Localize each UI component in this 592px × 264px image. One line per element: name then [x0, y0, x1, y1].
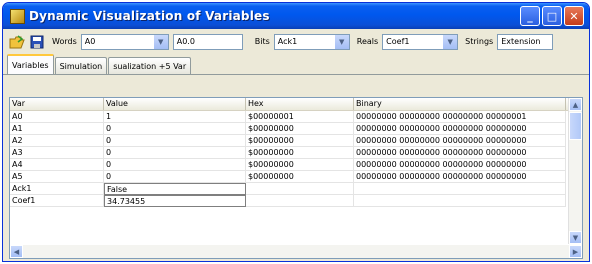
cell-binary: 00000000 00000000 00000000 00000000: [354, 159, 566, 171]
table-row[interactable]: Ack1 False: [10, 183, 582, 195]
window-title: Dynamic Visualization of Variables: [29, 9, 270, 23]
cell-hex: [246, 195, 354, 207]
tab-simulation[interactable]: Simulation: [54, 57, 108, 74]
cell-var: Ack1: [10, 183, 104, 195]
cell-binary: [354, 183, 566, 195]
cell-var: A3: [10, 147, 104, 159]
cell-binary: 00000000 00000000 00000000 00000000: [354, 123, 566, 135]
bits-select[interactable]: Ack1 ▼: [273, 33, 350, 50]
cell-binary: 00000000 00000000 00000000 00000001: [354, 111, 566, 123]
cell-hex: $00000000: [246, 147, 354, 159]
scroll-right-arrow-icon[interactable]: ▶: [569, 245, 582, 258]
scroll-thumb[interactable]: [569, 112, 582, 140]
cell-hex: $00000001: [246, 111, 354, 123]
cell-value[interactable]: 0: [104, 135, 246, 147]
cell-value[interactable]: 34.73455: [104, 195, 246, 207]
cell-binary: 00000000 00000000 00000000 00000000: [354, 147, 566, 159]
minimize-button[interactable]: _: [520, 6, 540, 26]
table-body: A0 1 $00000001 00000000 00000000 00000000 0…: [10, 111, 582, 207]
cell-binary: 00000000 00000000 00000000 00000000: [354, 135, 566, 147]
cell-value[interactable]: False: [104, 183, 246, 195]
table-row[interactable]: A1 0 $00000000 00000000 00000000 00000000 0…: [10, 123, 582, 135]
cell-binary: 00000000 00000000 00000000 00000000: [354, 171, 566, 183]
cell-value[interactable]: 0: [104, 147, 246, 159]
save-icon[interactable]: [29, 34, 45, 50]
table-row[interactable]: A0 1 $00000001 00000000 00000000 00000000 0…: [10, 111, 582, 123]
scroll-down-arrow-icon[interactable]: ▼: [569, 231, 582, 244]
cell-hex: $00000000: [246, 135, 354, 147]
cell-var: A1: [10, 123, 104, 135]
cell-var: A4: [10, 159, 104, 171]
cell-value[interactable]: 0: [104, 171, 246, 183]
tab-visualization[interactable]: sualization +5 Var: [108, 57, 192, 74]
column-header-value[interactable]: Value: [104, 98, 246, 110]
reals-label: Reals: [356, 37, 379, 46]
horizontal-scrollbar[interactable]: ◀ ▶: [10, 245, 582, 258]
cell-value[interactable]: 0: [104, 159, 246, 171]
app-window: Dynamic Visualization of Variables _ □ ✕…: [2, 2, 590, 262]
tab-variables[interactable]: Variables: [7, 54, 54, 74]
chevron-down-icon[interactable]: ▼: [442, 34, 458, 49]
reals-select[interactable]: Coef1 ▼: [382, 33, 459, 50]
table-row[interactable]: A4 0 $00000000 00000000 00000000 00000000 0…: [10, 159, 582, 171]
words-select-value: A0: [84, 37, 96, 46]
words-value-field[interactable]: A0.0: [172, 33, 243, 50]
toolbar: Words A0 ▼ A0.0 Bits Ack1 ▼ Reals Coef1 …: [3, 29, 589, 54]
column-header-hex[interactable]: Hex: [246, 98, 354, 110]
cell-var: Coef1: [10, 195, 104, 207]
words-label: Words: [52, 37, 77, 46]
tab-strip: Variables Simulation sualization +5 Var: [3, 54, 589, 75]
words-select[interactable]: A0 ▼: [80, 33, 169, 50]
table-row[interactable]: A2 0 $00000000 00000000 00000000 00000000 0…: [10, 135, 582, 147]
bits-select-value: Ack1: [277, 37, 298, 46]
strings-label: Strings: [465, 37, 494, 46]
variables-table: Var Value Hex Binary A0 1 $00000001 0000000…: [9, 97, 583, 259]
app-icon: [10, 8, 25, 24]
cell-var: A2: [10, 135, 104, 147]
table-row[interactable]: A5 0 $00000000 00000000 00000000 00000000 0…: [10, 171, 582, 183]
scroll-up-arrow-icon[interactable]: ▲: [569, 98, 582, 111]
cell-hex: [246, 183, 354, 195]
cell-hex: $00000000: [246, 159, 354, 171]
maximize-button[interactable]: □: [542, 6, 562, 26]
cell-value[interactable]: 1: [104, 111, 246, 123]
cell-value[interactable]: 0: [104, 123, 246, 135]
chevron-down-icon[interactable]: ▼: [152, 34, 168, 49]
title-bar[interactable]: Dynamic Visualization of Variables _ □ ✕: [3, 3, 589, 29]
column-header-var[interactable]: Var: [10, 98, 104, 110]
cell-hex: $00000000: [246, 123, 354, 135]
table-row[interactable]: Coef1 34.73455: [10, 195, 582, 207]
cell-hex: $00000000: [246, 171, 354, 183]
open-folder-icon[interactable]: [9, 34, 25, 50]
bits-label: Bits: [254, 37, 270, 46]
strings-field[interactable]: Extension: [497, 33, 554, 50]
column-header-binary[interactable]: Binary: [354, 98, 566, 110]
reals-select-value: Coef1: [386, 37, 410, 46]
close-button[interactable]: ✕: [564, 6, 584, 26]
table-header: Var Value Hex Binary: [10, 98, 582, 111]
vertical-scrollbar[interactable]: ▲ ▼: [568, 98, 582, 244]
cell-var: A5: [10, 171, 104, 183]
chevron-down-icon[interactable]: ▼: [333, 34, 349, 49]
cell-var: A0: [10, 111, 104, 123]
table-row[interactable]: A3 0 $00000000 00000000 00000000 00000000 0…: [10, 147, 582, 159]
scroll-left-arrow-icon[interactable]: ◀: [10, 245, 23, 258]
cell-binary: [354, 195, 566, 207]
